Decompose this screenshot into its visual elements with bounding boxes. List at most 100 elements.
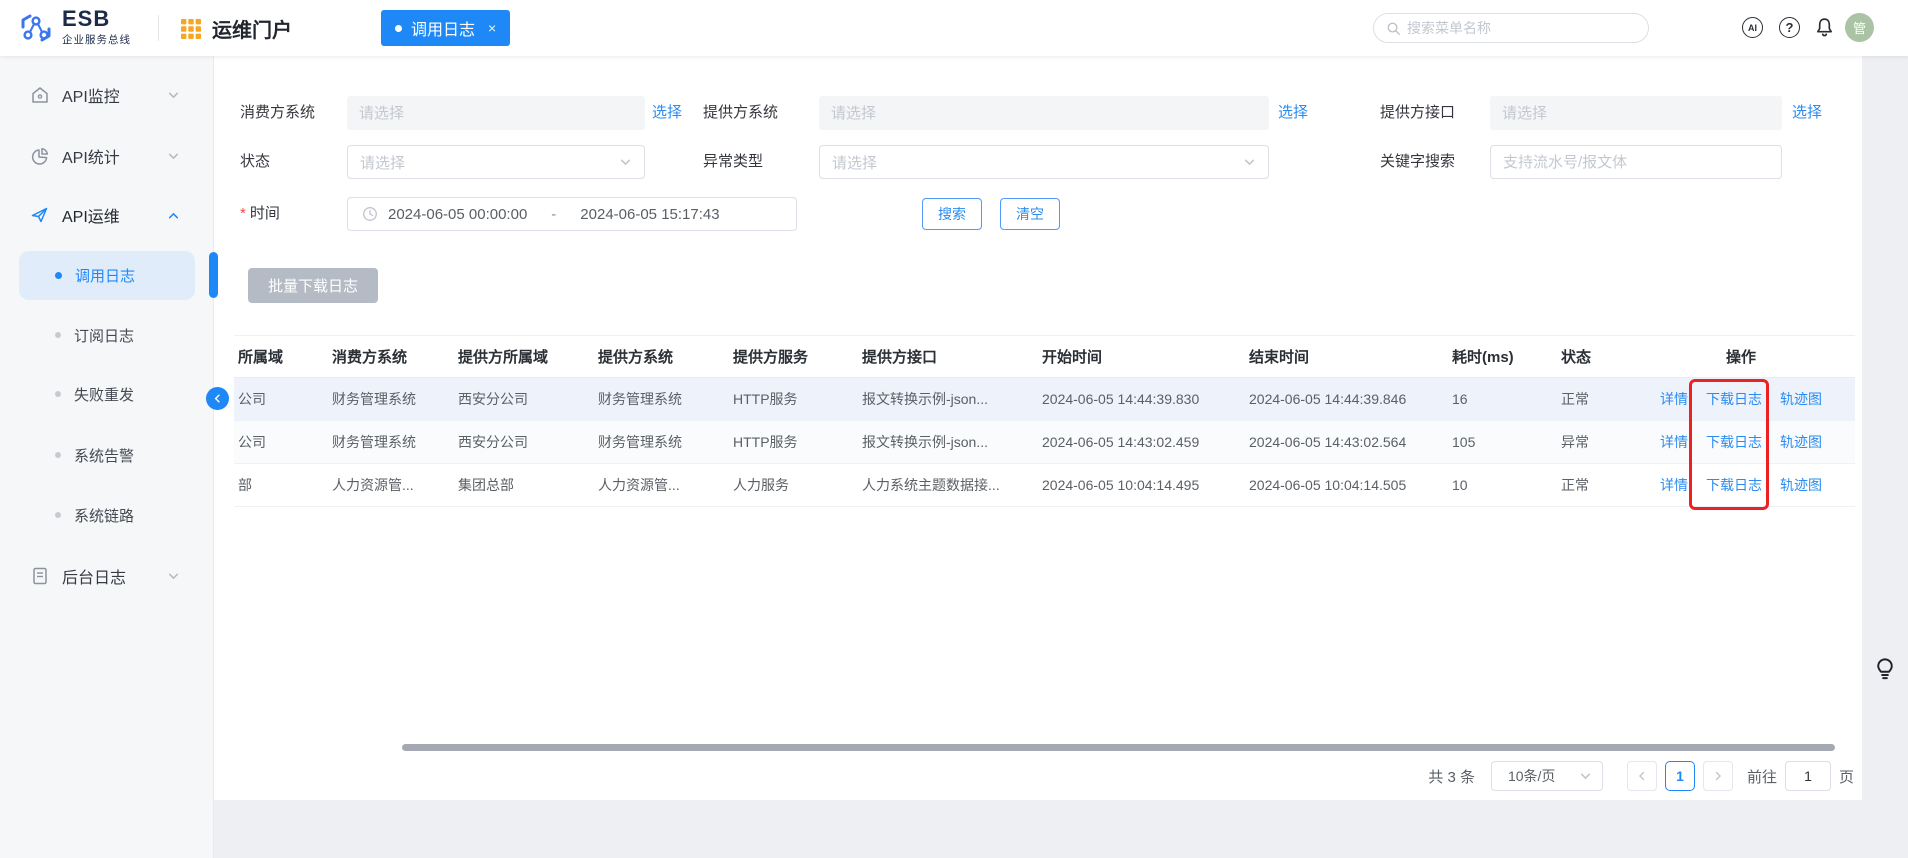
goto-unit: 页 xyxy=(1839,766,1854,787)
chevron-up-icon xyxy=(167,209,180,222)
search-icon xyxy=(1386,21,1401,36)
page-number-button[interactable]: 1 xyxy=(1665,761,1695,791)
keyword-label: 关键字搜索 xyxy=(1380,145,1455,179)
time-start-value: 2024-06-05 00:00:00 xyxy=(388,206,527,223)
tab-call-log[interactable]: 调用日志 × xyxy=(381,10,510,46)
detail-link[interactable]: 详情 xyxy=(1660,434,1688,450)
chevron-down-icon xyxy=(619,156,632,169)
menu-search-input[interactable] xyxy=(1407,20,1636,36)
cell-end-time: 2024-06-05 14:43:02.564 xyxy=(1239,421,1442,464)
ai-assistant-icon[interactable]: AI xyxy=(1742,17,1763,38)
batch-download-button[interactable]: 批量下载日志 xyxy=(248,268,378,303)
goto-label: 前往 xyxy=(1747,766,1777,787)
sidebar-item-api-monitor[interactable]: API监控 xyxy=(0,71,214,119)
chevron-down-icon xyxy=(1579,770,1592,783)
trace-link[interactable]: 轨迹图 xyxy=(1780,391,1822,407)
cell-provider-domain: 集团总部 xyxy=(448,464,588,507)
time-range-picker[interactable]: 2024-06-05 00:00:00 - 2024-06-05 15:17:4… xyxy=(347,197,797,231)
provider-interface-select-link[interactable]: 选择 xyxy=(1792,96,1822,130)
total-count: 共 3 条 xyxy=(1428,766,1475,787)
consumer-system-label: 消费方系统 xyxy=(240,96,315,130)
goto-page-input[interactable] xyxy=(1785,761,1831,791)
cell-actions: 详情 下载日志 轨迹图 xyxy=(1627,464,1855,507)
sidebar-item-api-ops[interactable]: API运维 xyxy=(0,191,214,239)
next-page-button[interactable] xyxy=(1703,761,1733,791)
sidebar-collapse-button[interactable] xyxy=(206,387,229,410)
sidebar-subitem-retry[interactable]: 失败重发 xyxy=(19,373,195,415)
prev-page-button[interactable] xyxy=(1627,761,1657,791)
table-row[interactable]: 公司财务管理系统西安分公司财务管理系统HTTP服务报文转换示例-json...2… xyxy=(234,421,1855,464)
detail-link[interactable]: 详情 xyxy=(1660,477,1688,493)
column-header-6: 提供方接口 xyxy=(852,336,1032,378)
sidebar-subitem-subscribe-log[interactable]: 订阅日志 xyxy=(19,314,195,356)
trace-link[interactable]: 轨迹图 xyxy=(1780,477,1822,493)
sidebar-item-api-stats[interactable]: API统计 xyxy=(0,132,214,180)
tab-close-icon[interactable]: × xyxy=(488,20,496,36)
ops-monitor-icon xyxy=(30,205,50,225)
status-label: 状态 xyxy=(240,145,270,179)
table-row[interactable]: 部人力资源管...集团总部人力资源管...人力服务人力系统主题数据接...202… xyxy=(234,464,1855,507)
clock-icon xyxy=(362,206,378,222)
cell-provider-system: 人力资源管... xyxy=(588,464,723,507)
provider-system-select-link[interactable]: 选择 xyxy=(1278,96,1308,130)
clear-button[interactable]: 清空 xyxy=(1000,198,1060,230)
provider-system-label: 提供方系统 xyxy=(703,96,778,130)
cell-domain: 公司 xyxy=(234,378,322,421)
help-icon[interactable]: ? xyxy=(1779,17,1800,38)
portal-switcher[interactable]: 运维门户 xyxy=(180,14,292,43)
time-end-value: 2024-06-05 15:17:43 xyxy=(580,206,719,223)
header-divider xyxy=(158,15,159,41)
detail-link[interactable]: 详情 xyxy=(1660,391,1688,407)
page-size-select[interactable]: 10条/页 xyxy=(1491,761,1603,791)
horizontal-scrollbar-thumb[interactable] xyxy=(402,744,1835,751)
sidebar-subitem-system-trace[interactable]: 系统链路 xyxy=(19,494,195,536)
consumer-system-input[interactable] xyxy=(359,105,633,122)
search-button[interactable]: 搜索 xyxy=(922,198,982,230)
cell-consumer-system: 财务管理系统 xyxy=(322,378,448,421)
exception-type-label: 异常类型 xyxy=(703,145,763,179)
column-header-8: 结束时间 xyxy=(1239,336,1442,378)
cell-provider-system: 财务管理系统 xyxy=(588,378,723,421)
column-header-9: 耗时(ms) xyxy=(1442,336,1551,378)
content-panel: 消费方系统 选择 提供方系统 选择 提供方接口 选择 状态 请选择 异常类型 请… xyxy=(214,56,1862,800)
provider-system-input[interactable] xyxy=(831,105,1257,122)
menu-search-box[interactable] xyxy=(1373,13,1649,43)
notifications-bell-icon[interactable] xyxy=(1814,16,1835,44)
table-row[interactable]: 公司财务管理系统西安分公司财务管理系统HTTP服务报文转换示例-json...2… xyxy=(234,378,1855,421)
table-header-row: 所属域消费方系统提供方所属域提供方系统提供方服务提供方接口开始时间结束时间耗时(… xyxy=(234,336,1855,378)
consumer-system-select-link[interactable]: 选择 xyxy=(652,96,682,130)
provider-system-field[interactable] xyxy=(819,96,1269,130)
provider-interface-field[interactable] xyxy=(1490,96,1782,130)
download-log-link[interactable]: 下载日志 xyxy=(1706,391,1762,407)
log-table: 所属域消费方系统提供方所属域提供方系统提供方服务提供方接口开始时间结束时间耗时(… xyxy=(234,335,1855,507)
cell-status: 异常 xyxy=(1551,421,1627,464)
required-asterisk: * xyxy=(240,205,246,222)
cell-status: 正常 xyxy=(1551,464,1627,507)
chevron-down-icon xyxy=(167,89,180,102)
sidebar-subitem-system-alert[interactable]: 系统告警 xyxy=(19,434,195,476)
exception-type-select[interactable]: 请选择 xyxy=(819,145,1269,179)
cell-provider-interface: 报文转换示例-json... xyxy=(852,378,1032,421)
tab-active-dot xyxy=(395,25,402,32)
time-label: *时间 xyxy=(240,197,280,231)
status-select[interactable]: 请选择 xyxy=(347,145,645,179)
download-log-link[interactable]: 下载日志 xyxy=(1706,477,1762,493)
consumer-system-field[interactable] xyxy=(347,96,645,130)
brand-name: ESB xyxy=(62,8,131,30)
lightbulb-tip-icon[interactable] xyxy=(1872,656,1898,682)
user-avatar[interactable]: 管 xyxy=(1845,13,1874,42)
cell-actions: 详情 下载日志 轨迹图 xyxy=(1627,378,1855,421)
cell-domain: 部 xyxy=(234,464,322,507)
bullet-dot-icon xyxy=(55,391,61,397)
cell-actions: 详情 下载日志 轨迹图 xyxy=(1627,421,1855,464)
sidebar-item-backend-log[interactable]: 后台日志 xyxy=(0,552,214,600)
download-log-link[interactable]: 下载日志 xyxy=(1706,434,1762,450)
cell-start-time: 2024-06-05 10:04:14.495 xyxy=(1032,464,1239,507)
keyword-input[interactable] xyxy=(1503,154,1769,171)
cell-provider-interface: 报文转换示例-json... xyxy=(852,421,1032,464)
sidebar-subitem-call-log[interactable]: 调用日志 xyxy=(19,251,195,300)
provider-interface-input[interactable] xyxy=(1502,105,1770,122)
trace-link[interactable]: 轨迹图 xyxy=(1780,434,1822,450)
keyword-field[interactable] xyxy=(1490,145,1782,179)
column-header-1: 所属域 xyxy=(234,336,322,378)
